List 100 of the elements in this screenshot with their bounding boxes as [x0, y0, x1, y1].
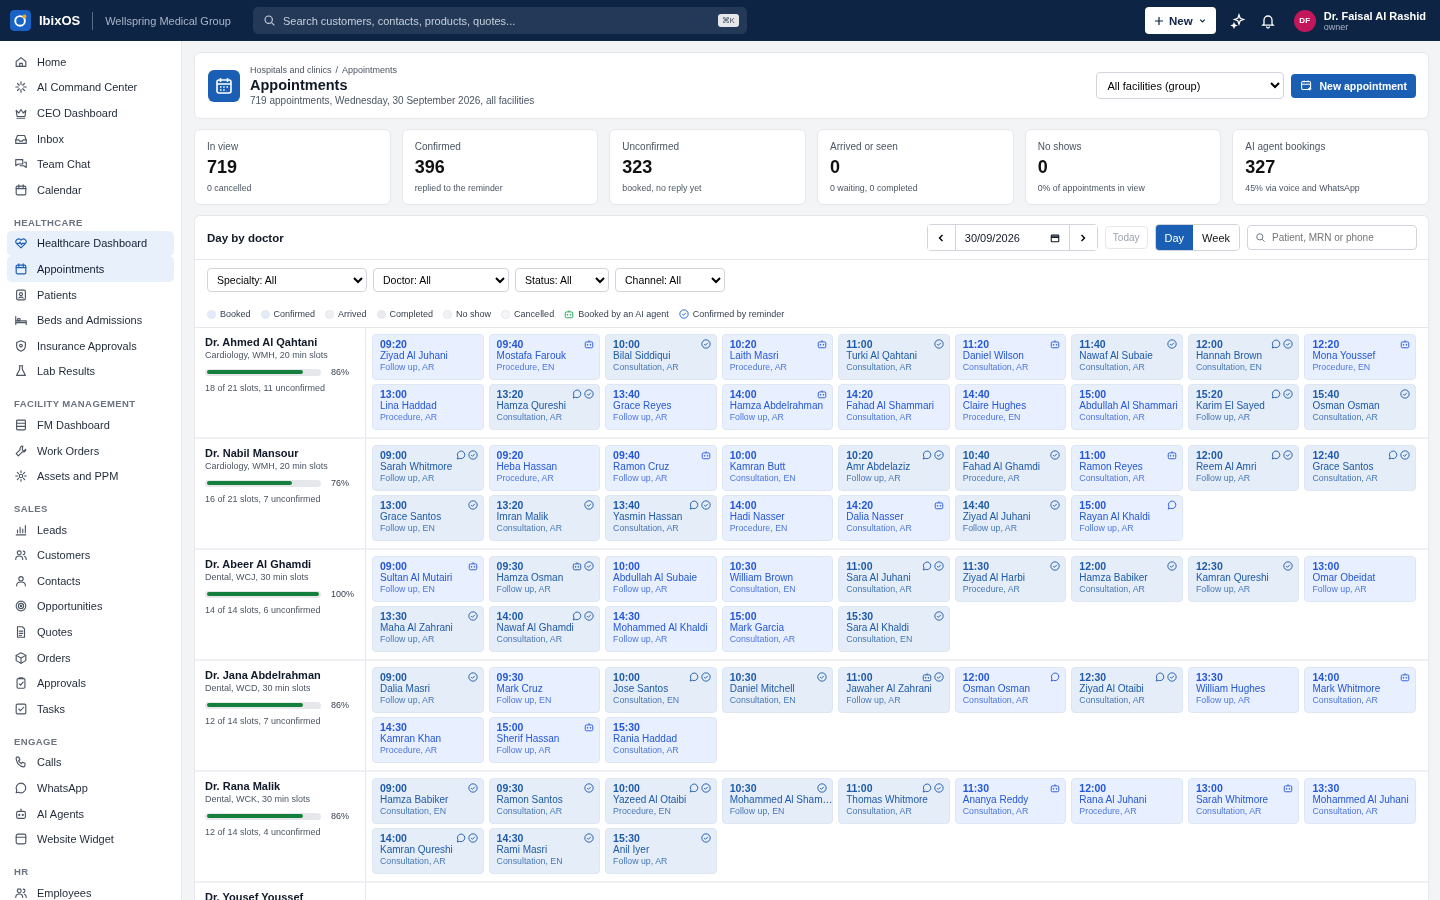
appointment-card[interactable]: 09:00 Sultan Al Mutairi Follow up, EN [372, 556, 484, 602]
appointment-card[interactable]: 13:30 William Hughes Follow up, AR [1187, 667, 1300, 713]
appointment-card[interactable]: 10:00 Bilal Siddiqui Consultation, AR [605, 334, 717, 380]
appointment-card[interactable]: 13:00 Sarah Whitmore Consultation, AR [1187, 778, 1300, 824]
appointment-card[interactable]: 10:00 Yazeed Al Otaibi Procedure, EN [605, 778, 717, 824]
appointment-card[interactable]: 14:30 Rami Masri Consultation, EN [488, 828, 601, 874]
sidebar-item[interactable]: Orders [7, 644, 174, 671]
appointment-card[interactable]: 14:00 Hamza Abdelrahman Follow up, AR [721, 384, 834, 430]
appointment-card[interactable]: 15:30 Anil Iyer Follow up, AR [605, 828, 717, 874]
appointment-card[interactable]: 15:20 Karim El Sayed Follow up, AR [1187, 384, 1300, 430]
sidebar-item[interactable]: Home [7, 49, 174, 75]
sidebar-item[interactable]: Beds and Admissions [7, 307, 174, 333]
appointment-card[interactable]: 12:00 Reem Al Amri Follow up, AR [1187, 445, 1300, 491]
appointment-card[interactable]: 15:00 Rayan Al Khaldi Follow up, AR [1071, 495, 1183, 541]
appointment-card[interactable]: 11:30 Ziyad Al Harbi Procedure, AR [954, 556, 1067, 602]
appointment-card[interactable]: 13:20 Hamza Qureshi Consultation, AR [488, 384, 601, 430]
sidebar-item[interactable]: AI Agents [7, 800, 174, 827]
breadcrumb-link[interactable]: Hospitals and clinics [250, 65, 332, 75]
appointment-card[interactable]: 12:00 Rana Al Juhani Procedure, AR [1071, 778, 1183, 824]
appointment-card[interactable]: 14:00 Hadi Nasser Procedure, EN [721, 495, 834, 541]
sidebar-item[interactable]: Quotes [7, 619, 174, 645]
appointment-card[interactable]: 14:30 Mohammed Al Khaldi Follow up, AR [605, 606, 717, 652]
appointment-card[interactable]: 12:30 Ziyad Al Otaibi Consultation, AR [1071, 667, 1183, 713]
appointment-card[interactable]: 14:00 Mark Whitmore Consultation, AR [1304, 667, 1416, 713]
appointment-card[interactable]: 11:20 Daniel Wilson Consultation, AR [954, 334, 1067, 380]
sidebar-item[interactable]: Calendar [7, 176, 174, 203]
breadcrumb-link[interactable]: Appointments [342, 65, 398, 75]
appointment-card[interactable]: 10:00 Abdullah Al Subaie Follow up, AR [605, 556, 717, 602]
sidebar-item[interactable]: Employees [7, 880, 174, 900]
appointment-card[interactable]: 14:20 Dalia Nasser Consultation, AR [838, 495, 950, 541]
appointment-card[interactable]: 09:40 Mostafa Farouk Procedure, EN [488, 334, 601, 380]
sidebar-item[interactable]: Tasks [7, 696, 174, 722]
sparkle-icon[interactable] [1229, 12, 1246, 29]
view-tab[interactable]: Day [1155, 225, 1194, 250]
sidebar-item[interactable]: Team Chat [7, 151, 174, 177]
appointment-card[interactable]: 12:20 Mona Youssef Procedure, EN [1304, 334, 1416, 380]
sidebar-item[interactable]: CEO Dashboard [7, 100, 174, 126]
sidebar-item[interactable]: WhatsApp [7, 775, 174, 801]
sidebar-item[interactable]: Contacts [7, 568, 174, 594]
appointment-card[interactable]: 09:00 Hamza Babiker Consultation, EN [372, 778, 484, 824]
appointment-card[interactable]: 13:00 Lina Haddad Procedure, AR [372, 384, 484, 430]
appointment-card[interactable]: 15:00 Mark Garcia Consultation, AR [721, 606, 834, 652]
appointment-card[interactable]: 15:40 Osman Osman Consultation, AR [1304, 384, 1416, 430]
user-avatar[interactable]: DF [1293, 9, 1316, 32]
appointment-card[interactable]: 09:00 Dalia Masri Follow up, AR [372, 667, 484, 713]
appointment-card[interactable]: 11:00 Turki Al Qahtani Consultation, AR [838, 334, 950, 380]
appointment-card[interactable]: 14:00 Nawaf Al Ghamdi Consultation, AR [488, 606, 601, 652]
patient-search-field[interactable]: Patient, MRN or phone [1247, 225, 1417, 250]
sidebar-item[interactable]: Leads [7, 516, 174, 543]
appointment-card[interactable]: 13:30 Maha Al Zahrani Follow up, AR [372, 606, 484, 652]
appointment-card[interactable]: 11:00 Sara Al Juhani Consultation, AR [838, 556, 950, 602]
appointment-card[interactable]: 10:40 Fahad Al Ghamdi Procedure, AR [954, 445, 1067, 491]
appointment-card[interactable]: 09:20 Ziyad Al Juhani Follow up, AR [372, 334, 484, 380]
appointment-card[interactable]: 10:30 Mohammed Al Sham… Follow up, EN [721, 778, 834, 824]
sidebar-item[interactable]: FM Dashboard [7, 412, 174, 438]
new-appointment-button[interactable]: New appointment [1291, 73, 1416, 98]
filter-select[interactable]: Channel: All [615, 268, 725, 292]
appointment-card[interactable]: 09:30 Ramon Santos Consultation, AR [488, 778, 601, 824]
appointment-card[interactable]: 12:30 Kamran Qureshi Follow up, AR [1187, 556, 1300, 602]
appointment-card[interactable]: 09:40 Ramon Cruz Follow up, AR [605, 445, 717, 491]
appointment-card[interactable]: 15:00 Abdullah Al Shammari Consultation, AR [1071, 384, 1183, 430]
appointment-card[interactable]: 09:30 Hamza Osman Follow up, AR [488, 556, 601, 602]
appointment-card[interactable]: 11:00 Ramon Reyes Consultation, AR [1071, 445, 1183, 491]
sidebar-item[interactable]: Approvals [7, 670, 174, 697]
appointment-card[interactable]: 13:20 Imran Malik Consultation, AR [488, 495, 601, 541]
appointment-card[interactable]: 13:30 Mohammed Al Juhani Consultation, AR [1304, 778, 1416, 824]
appointment-card[interactable]: 13:00 Omar Obeidat Follow up, AR [1304, 556, 1416, 602]
appointment-card[interactable]: 10:30 Daniel Mitchell Consultation, EN [721, 667, 834, 713]
filter-select[interactable]: Specialty: All [207, 268, 367, 292]
appointment-card[interactable]: 15:30 Rania Haddad Consultation, AR [605, 717, 717, 763]
appointment-card[interactable]: 13:40 Yasmin Hassan Consultation, AR [605, 495, 717, 541]
sidebar-item[interactable]: AI Command Center [7, 74, 174, 101]
sidebar-item[interactable]: Patients [7, 281, 174, 308]
appointment-card[interactable]: 14:40 Ziyad Al Juhani Follow up, AR [954, 495, 1067, 541]
appointment-card[interactable]: 11:40 Nawaf Al Subaie Consultation, AR [1071, 334, 1183, 380]
appointment-card[interactable]: 12:00 Hamza Babiker Consultation, AR [1071, 556, 1183, 602]
appointment-card[interactable]: 14:00 Kamran Qureshi Consultation, AR [372, 828, 484, 874]
appointment-card[interactable]: 13:00 Grace Santos Follow up, EN [372, 495, 484, 541]
appointment-card[interactable]: 10:00 Jose Santos Consultation, EN [605, 667, 717, 713]
sidebar-item[interactable]: Inbox [7, 125, 174, 152]
sidebar-item[interactable]: Lab Results [7, 358, 174, 385]
appointment-card[interactable]: 10:20 Amr Abdelaziz Follow up, AR [838, 445, 950, 491]
appointment-card[interactable]: 14:30 Kamran Khan Procedure, AR [372, 717, 484, 763]
appointment-card[interactable]: 10:30 William Brown Consultation, EN [721, 556, 834, 602]
appointment-card[interactable]: 15:00 Sherif Hassan Follow up, AR [488, 717, 601, 763]
sidebar-item[interactable]: Appointments [7, 256, 174, 282]
appointment-card[interactable]: 14:40 Claire Hughes Procedure, EN [954, 384, 1067, 430]
sidebar-item[interactable]: Work Orders [7, 437, 174, 464]
appointment-card[interactable]: 12:40 Grace Santos Consultation, AR [1304, 445, 1416, 491]
sidebar-item[interactable]: Website Widget [7, 826, 174, 853]
appointment-card[interactable]: 11:00 Thomas Whitmore Consultation, AR [838, 778, 950, 824]
new-button[interactable]: New [1145, 7, 1216, 34]
bell-icon[interactable] [1259, 12, 1276, 29]
facility-select[interactable]: All facilities (group) [1096, 72, 1285, 99]
filter-select[interactable]: Doctor: All [373, 268, 509, 292]
appointment-card[interactable]: 14:20 Fahad Al Shammari Consultation, AR [838, 384, 950, 430]
appointment-card[interactable]: 13:40 Grace Reyes Follow up, AR [605, 384, 717, 430]
sidebar-item[interactable]: Opportunities [7, 593, 174, 620]
appointment-card[interactable]: 12:00 Hannah Brown Consultation, EN [1187, 334, 1300, 380]
appointment-card[interactable]: 10:20 Laith Masri Procedure, AR [721, 334, 834, 380]
